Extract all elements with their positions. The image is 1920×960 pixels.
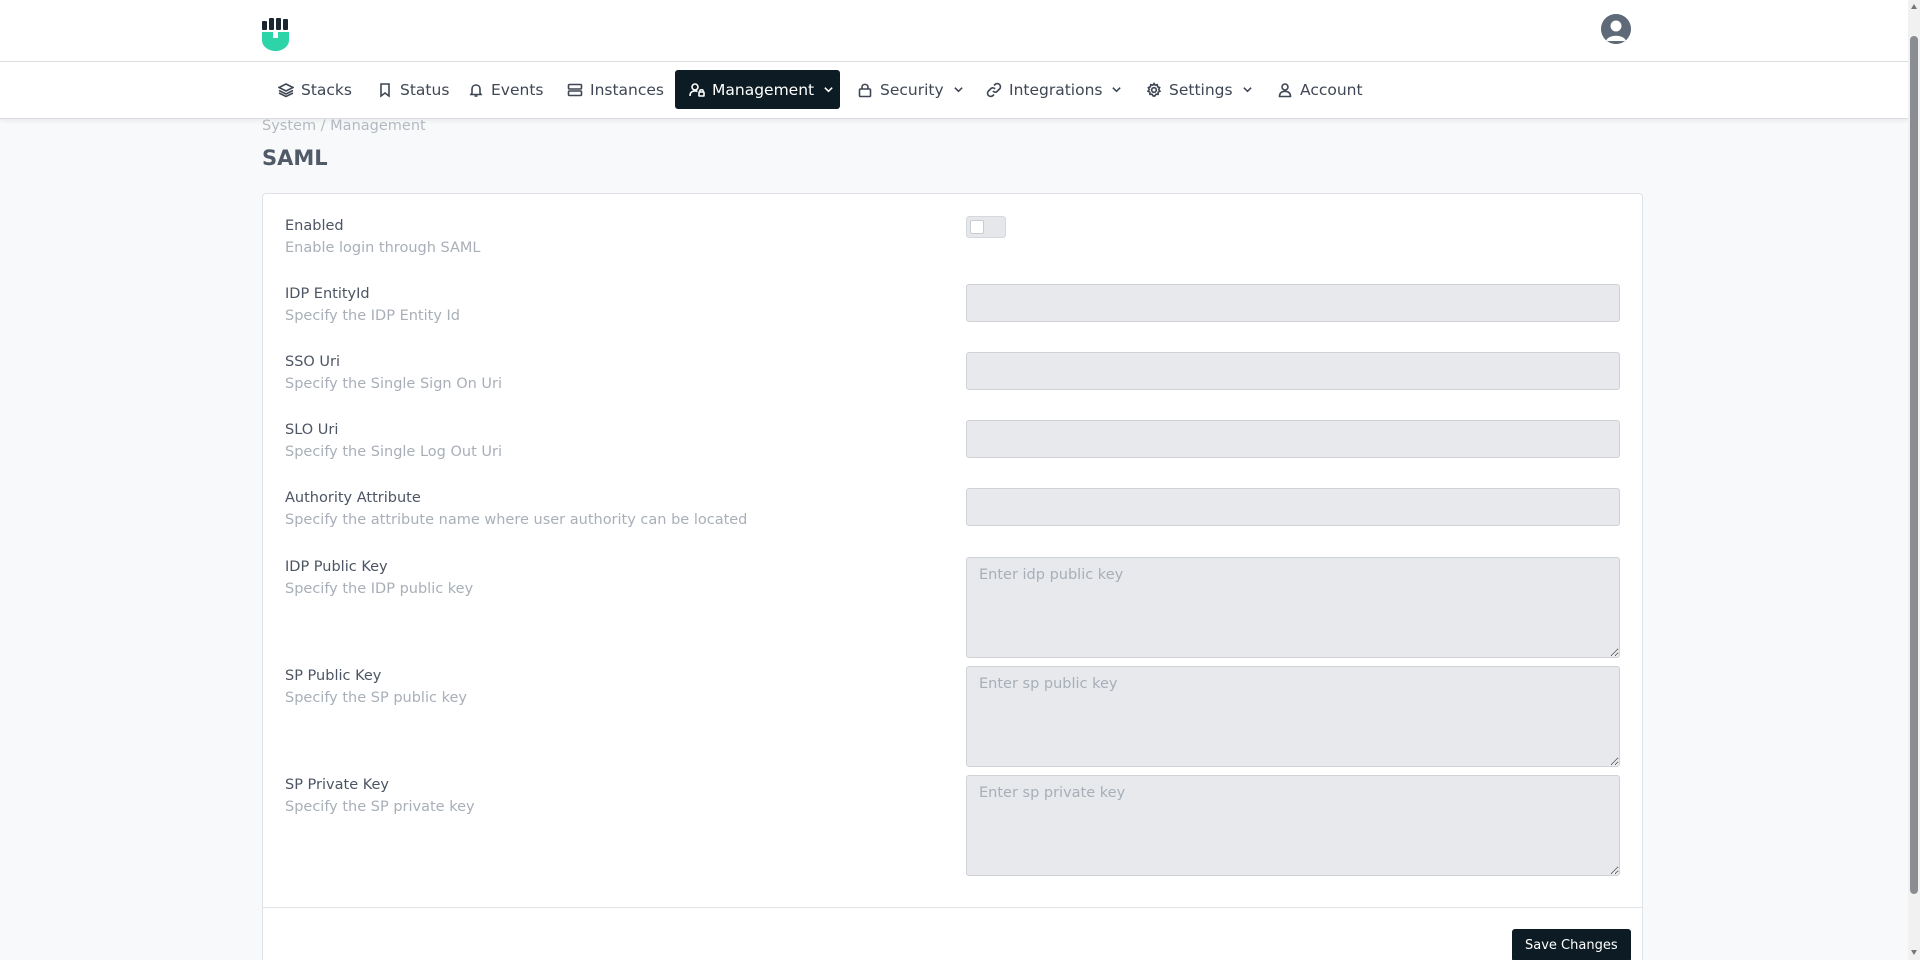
nav-item-security[interactable]: Security	[843, 70, 978, 109]
authority-attribute-label: Authority Attribute	[285, 490, 421, 506]
enabled-toggle[interactable]	[966, 216, 1006, 238]
nav-item-instances[interactable]: Instances	[553, 70, 678, 109]
enabled-label: Enabled	[285, 218, 344, 234]
idp-entity-id-label: IDP EntityId	[285, 286, 370, 302]
page-title: SAML	[262, 146, 328, 170]
slo-uri-description: Specify the Single Log Out Uri	[285, 444, 502, 460]
chevron-down-icon	[824, 87, 833, 93]
saml-settings-card: Enabled Enable login through SAML IDP En…	[262, 193, 1643, 960]
nav-item-events[interactable]: Events	[454, 70, 557, 109]
nav-item-management[interactable]: Management	[675, 70, 840, 109]
server-icon	[567, 83, 583, 96]
authority-attribute-description: Specify the attribute name where user au…	[285, 512, 748, 528]
sso-uri-description: Specify the Single Sign On Uri	[285, 376, 503, 392]
chevron-down-icon	[953, 87, 963, 93]
card-footer-divider	[263, 907, 1642, 908]
nav-item-settings[interactable]: Settings	[1132, 70, 1267, 109]
nav-item-integrations[interactable]: Integrations	[972, 70, 1136, 109]
idp-entity-id-input[interactable]	[966, 284, 1620, 322]
page-scrollbar[interactable]	[1908, 0, 1920, 960]
enabled-description: Enable login through SAML	[285, 240, 481, 256]
lock-icon	[858, 83, 872, 97]
layers-icon	[278, 82, 294, 97]
link-icon	[986, 82, 1002, 97]
user-lock-icon	[689, 82, 705, 97]
chevron-down-icon	[1242, 87, 1252, 93]
sp-public-key-description: Specify the SP public key	[285, 690, 467, 706]
nav-item-status[interactable]: Status	[363, 70, 463, 109]
fist-logo-icon[interactable]	[262, 18, 292, 52]
sp-private-key-textarea[interactable]	[966, 775, 1620, 876]
idp-public-key-textarea[interactable]	[966, 557, 1620, 658]
scroll-up-icon[interactable]	[1911, 4, 1917, 9]
nav-item-label: Account	[1300, 80, 1363, 99]
nav-item-label: Management	[712, 80, 815, 99]
user-avatar-icon[interactable]	[1601, 14, 1631, 44]
scrollbar-thumb[interactable]	[1910, 36, 1918, 894]
bookmark-icon	[380, 82, 390, 98]
nav-item-label: Instances	[590, 80, 665, 99]
nav-item-label: Security	[880, 80, 944, 99]
slo-uri-input[interactable]	[966, 420, 1620, 458]
authority-attribute-input[interactable]	[966, 488, 1620, 526]
idp-public-key-label: IDP Public Key	[285, 559, 388, 575]
scroll-down-icon[interactable]	[1911, 950, 1917, 955]
sp-public-key-label: SP Public Key	[285, 668, 382, 684]
gear-icon	[1146, 81, 1162, 97]
sp-public-key-textarea[interactable]	[966, 666, 1620, 767]
nav-item-label: Events	[491, 80, 544, 99]
nav-item-stacks[interactable]: Stacks	[264, 70, 366, 109]
nav-item-label: Stacks	[301, 80, 352, 99]
sso-uri-input[interactable]	[966, 352, 1620, 390]
toggle-knob	[970, 220, 984, 234]
save-changes-button[interactable]: Save Changes	[1512, 929, 1631, 960]
idp-entity-id-description: Specify the IDP Entity Id	[285, 308, 460, 324]
slo-uri-label: SLO Uri	[285, 422, 339, 438]
nav-item-label: Integrations	[1009, 80, 1103, 99]
nav-item-label: Status	[400, 80, 450, 99]
main-nav: Stacks Status Events Instances Managemen…	[0, 62, 1908, 119]
chevron-down-icon	[1112, 87, 1122, 93]
nav-item-account[interactable]: Account	[1263, 70, 1377, 109]
sp-private-key-label: SP Private Key	[285, 777, 390, 793]
nav-item-label: Settings	[1169, 80, 1233, 99]
sso-uri-label: SSO Uri	[285, 354, 341, 370]
sp-private-key-description: Specify the SP private key	[285, 799, 475, 815]
user-icon	[1278, 82, 1292, 97]
idp-public-key-description: Specify the IDP public key	[285, 581, 474, 597]
top-bar	[0, 0, 1908, 62]
breadcrumb: System / Management	[262, 118, 426, 134]
bell-icon	[469, 83, 483, 97]
